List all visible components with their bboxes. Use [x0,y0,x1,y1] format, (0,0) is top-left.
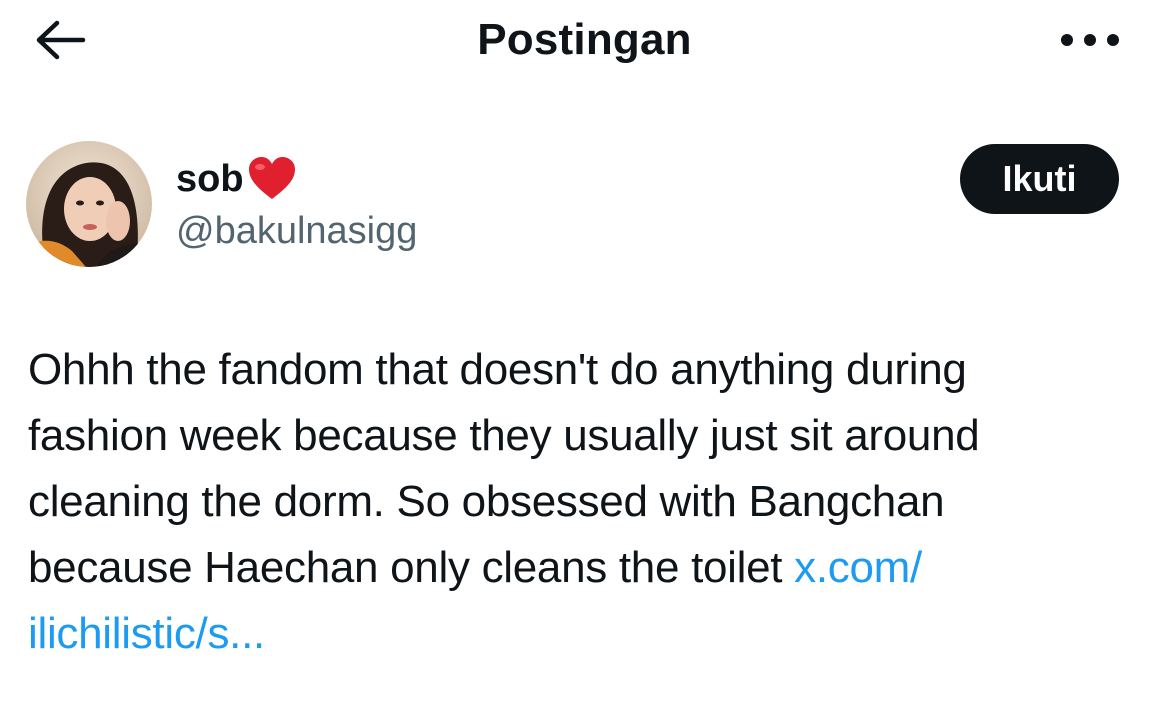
page-title: Postingan [477,15,692,64]
post-line: Ohhh the fandom that doesn't do anything… [28,345,967,394]
post-line: fashion week because they usually just s… [28,411,980,460]
heart-icon [248,157,295,199]
more-options-button[interactable] [1055,22,1125,58]
post-line: ilichilistic/s... [28,601,1138,667]
post-body: Ohhh the fandom that doesn't do anything… [28,337,1138,667]
author-name-text: sob [176,158,244,200]
author-handle[interactable]: @bakulnasigg [176,207,417,255]
author-name[interactable]: sob [176,155,298,203]
more-horizontal-icon [1061,34,1119,46]
post-link[interactable]: x.com/ [794,543,922,592]
post-link-continued[interactable]: ilichilistic/s... [28,609,265,658]
post-line-text: because Haechan only cleans the toilet [28,543,795,592]
post-line: cleaning the dorm. So obsessed with Bang… [28,477,945,526]
avatar[interactable] [26,141,152,267]
top-bar: Postingan [0,0,1169,82]
follow-button[interactable]: Ikuti [960,144,1119,214]
post-line: because Haechan only cleans the toilet x… [28,535,1138,601]
